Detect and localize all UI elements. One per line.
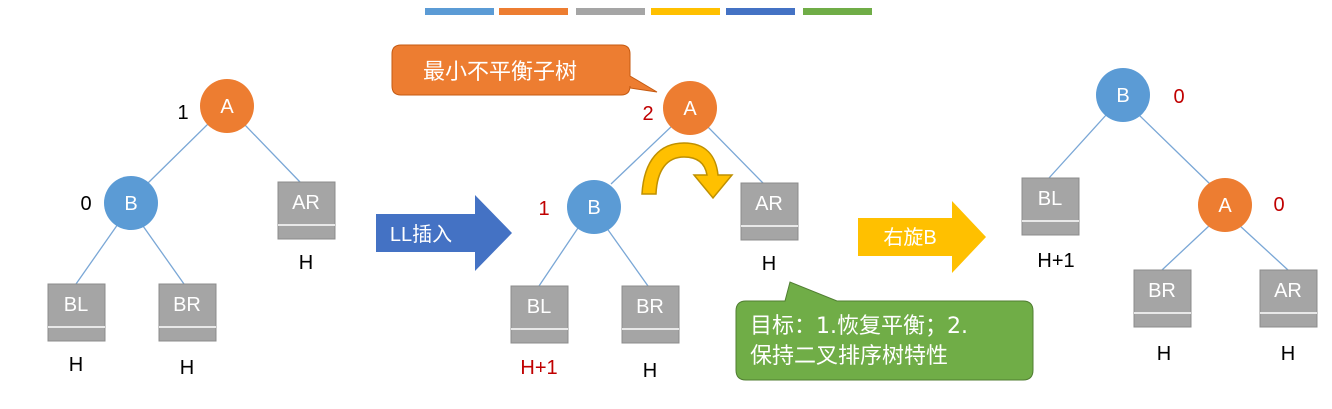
subtree-box-bl: BL <box>1021 177 1080 236</box>
palette-swatch-6 <box>803 8 872 15</box>
subtree-box-br: BR <box>621 285 680 344</box>
subtree-ar-label: AR <box>1274 280 1302 302</box>
subtree-box-ar: AR <box>277 181 336 240</box>
subtree-ar-height: H <box>762 253 776 275</box>
edge-a-ar <box>1238 224 1289 271</box>
balance-factor-a: 1 <box>177 102 188 124</box>
ll-insert-label: LL插入 <box>390 223 452 246</box>
diagram-stage: A 1 B 0 BL H BR H AR H LL插入 A 2 B 1 BL H… <box>0 0 1332 409</box>
tree-after-rotation: B 0 A 0 BL H+1 BR H AR H <box>1021 68 1318 365</box>
node-a-label: A <box>683 98 697 120</box>
subtree-box-br: BR <box>1133 269 1192 328</box>
subtree-br-label: BR <box>173 294 201 316</box>
avl-rotation-diagram: A 1 B 0 BL H BR H AR H LL插入 A 2 B 1 BL H… <box>47 8 1318 382</box>
node-b-label: B <box>124 193 137 215</box>
subtree-box-br: BR <box>158 283 217 342</box>
palette-swatch-1 <box>425 8 494 15</box>
tree-before-insert: A 1 B 0 BL H BR H AR H <box>47 79 336 379</box>
node-b-label: B <box>1116 85 1129 107</box>
subtree-ar-label: AR <box>292 192 320 214</box>
subtree-box-ar: AR <box>1259 269 1318 328</box>
balance-factor-a: 2 <box>642 103 653 125</box>
subtree-bl-label: BL <box>1038 188 1062 210</box>
node-a-label: A <box>1218 195 1232 217</box>
subtree-bl-label: BL <box>64 294 88 316</box>
callout-min-unbalanced-text: 最小不平衡子树 <box>423 60 577 85</box>
subtree-box-bl: BL <box>510 285 569 344</box>
subtree-bl-height: H+1 <box>1037 250 1074 272</box>
edge-a-ar <box>243 123 301 183</box>
subtree-br-height: H <box>643 360 657 382</box>
subtree-bl-height: H <box>69 354 83 376</box>
subtree-bl-label: BL <box>527 296 551 318</box>
palette-swatch-4 <box>651 8 720 15</box>
subtree-br-height: H <box>1157 343 1171 365</box>
edge-b-a <box>1138 114 1212 186</box>
edge-b-br <box>142 225 185 285</box>
palette-swatch-2 <box>499 8 568 15</box>
subtree-br-height: H <box>180 357 194 379</box>
edge-b-bl <box>1048 113 1108 179</box>
subtree-ar-height: H <box>1281 343 1295 365</box>
edge-a-b <box>147 122 210 184</box>
edge-b-bl <box>75 223 119 285</box>
rotate-right-arrow: 右旋B <box>858 201 986 273</box>
subtree-ar-height: H <box>299 252 313 274</box>
subtree-br-label: BR <box>636 296 664 318</box>
callout-goals-line-1: 目标：1.恢复平衡；2. <box>750 314 968 339</box>
callout-min-unbalanced-subtree: 最小不平衡子树 <box>391 44 658 96</box>
rotate-right-label: 右旋B <box>883 226 936 249</box>
subtree-ar-label: AR <box>755 193 783 215</box>
callout-goals-line-2: 保持二叉排序树特性 <box>750 344 948 369</box>
ll-insert-arrow: LL插入 <box>376 195 512 271</box>
balance-factor-b: 0 <box>80 193 91 215</box>
edge-b-bl <box>538 224 581 287</box>
subtree-bl-height: H+1 <box>520 357 557 379</box>
subtree-box-ar: AR <box>740 182 799 241</box>
subtree-box-bl: BL <box>47 283 106 342</box>
subtree-br-label: BR <box>1148 280 1176 302</box>
balance-factor-a: 0 <box>1273 194 1284 216</box>
balance-factor-b: 1 <box>538 198 549 220</box>
edge-b-br <box>605 226 649 287</box>
node-a-label: A <box>220 96 234 118</box>
node-b-label: B <box>587 197 600 219</box>
rotation-curved-arrow-icon <box>641 142 734 200</box>
balance-factor-b: 0 <box>1173 86 1184 108</box>
palette-swatch-5 <box>726 8 795 15</box>
callout-goals: 目标：1.恢复平衡；2. 保持二叉排序树特性 <box>735 281 1034 381</box>
color-palette-strip <box>425 8 872 15</box>
edge-a-br <box>1161 224 1211 271</box>
palette-swatch-3 <box>576 8 645 15</box>
